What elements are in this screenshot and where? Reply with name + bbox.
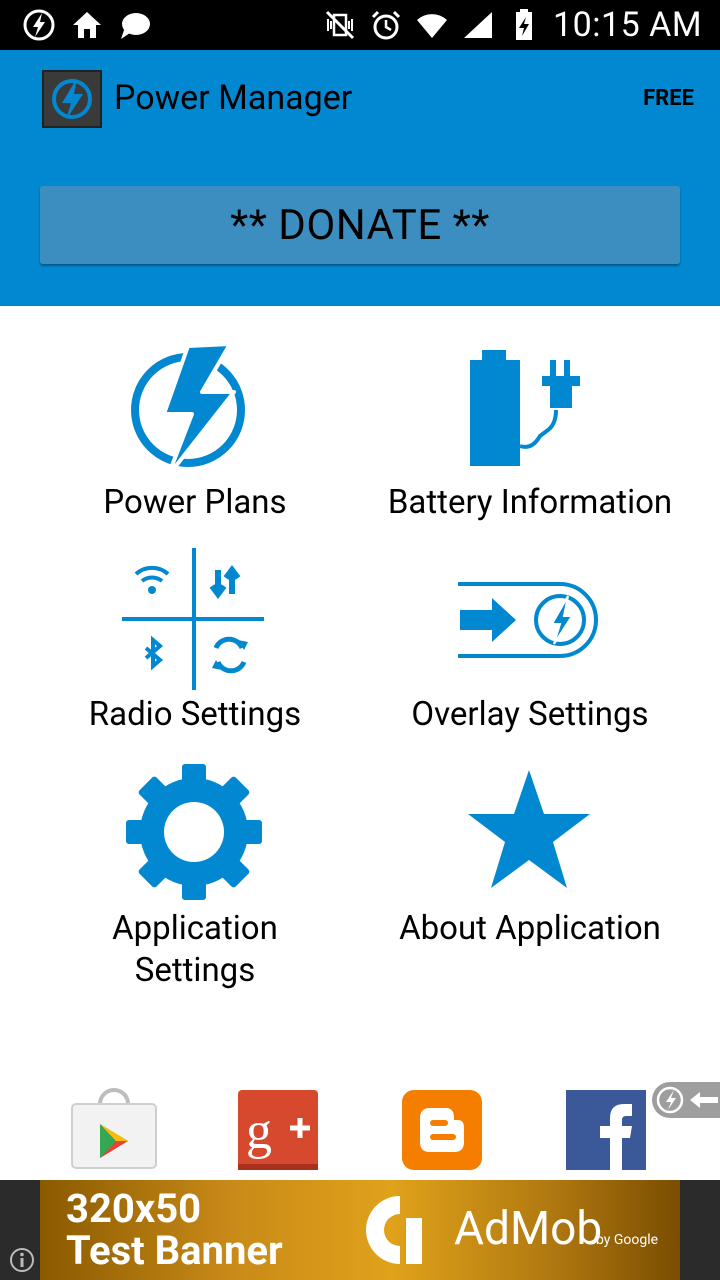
- donate-button[interactable]: ** DONATE **: [40, 186, 680, 264]
- overlay-settings-button[interactable]: Overlay Settings: [360, 548, 700, 738]
- svg-text:g: g: [246, 1103, 272, 1160]
- power-plans-label: Power Plans: [103, 483, 287, 522]
- clock: 10:15 AM: [553, 5, 702, 45]
- application-settings-label-line1: Application: [112, 909, 278, 948]
- battery-information-button[interactable]: Battery Information: [360, 340, 700, 530]
- google-plus-icon: g: [238, 1090, 318, 1170]
- app-title: Power Manager: [114, 78, 353, 118]
- wifi-icon: [417, 14, 448, 38]
- overlay-arrow-icon: [458, 582, 598, 658]
- notification-icons: [22, 8, 152, 42]
- ad-banner[interactable]: 320x50 Test Banner AdMob by Google: [0, 1180, 720, 1280]
- google-play-link[interactable]: [70, 1086, 158, 1170]
- system-status: 10:15 AM: [323, 0, 702, 50]
- power-plans-button[interactable]: Power Plans: [40, 340, 350, 530]
- ad-creative[interactable]: 320x50 Test Banner AdMob by Google: [40, 1180, 680, 1280]
- battery-information-label: Battery Information: [387, 483, 673, 522]
- edition-badge: FREE: [643, 86, 694, 111]
- application-settings-label-line2: Settings: [134, 951, 256, 990]
- signal-icon: [464, 12, 493, 38]
- ad-text: 320x50 Test Banner: [66, 1188, 283, 1272]
- application-settings-button[interactable]: Application Settings: [40, 760, 350, 996]
- radio-settings-label: Radio Settings: [88, 695, 302, 734]
- overlay-settings-label: Overlay Settings: [411, 695, 649, 734]
- home-icon: [73, 12, 101, 38]
- status-bar: 10:15 AM: [0, 0, 720, 50]
- overlay-handle-icon: [656, 1086, 718, 1114]
- app-logo-icon: [42, 70, 102, 128]
- google-play-icon: [71, 1088, 157, 1169]
- radio-settings-button[interactable]: Radio Settings: [40, 548, 350, 738]
- overlay-handle[interactable]: [652, 1082, 720, 1118]
- admob-by-google: by Google: [596, 1232, 659, 1248]
- blogger-icon: [402, 1090, 482, 1170]
- battery-plug-icon: [470, 350, 580, 466]
- gear-icon: [126, 764, 262, 900]
- star-icon: [468, 770, 590, 888]
- ad-info-icon[interactable]: [8, 1246, 36, 1274]
- admob-brand: AdMob: [454, 1202, 603, 1256]
- facebook-icon: [566, 1090, 646, 1170]
- alarm-icon: [371, 10, 401, 40]
- app-header: [0, 50, 720, 306]
- power-bolt-icon: [131, 342, 245, 478]
- google-plus-link[interactable]: g: [238, 1090, 318, 1170]
- ad-size-text: 320x50: [66, 1185, 202, 1232]
- blogger-link[interactable]: [402, 1090, 482, 1170]
- ad-test-text: Test Banner: [66, 1227, 283, 1274]
- battery-charging-icon: [516, 9, 533, 40]
- about-application-button[interactable]: About Application: [360, 760, 700, 960]
- chat-icon: [121, 13, 150, 39]
- vibrate-mute-icon: [325, 10, 355, 40]
- bolt-circle-icon: [23, 9, 55, 41]
- radio-toggles-icon: [122, 548, 264, 690]
- admob-logo-icon: [366, 1196, 422, 1264]
- about-application-label: About Application: [399, 909, 661, 948]
- facebook-link[interactable]: [566, 1090, 646, 1170]
